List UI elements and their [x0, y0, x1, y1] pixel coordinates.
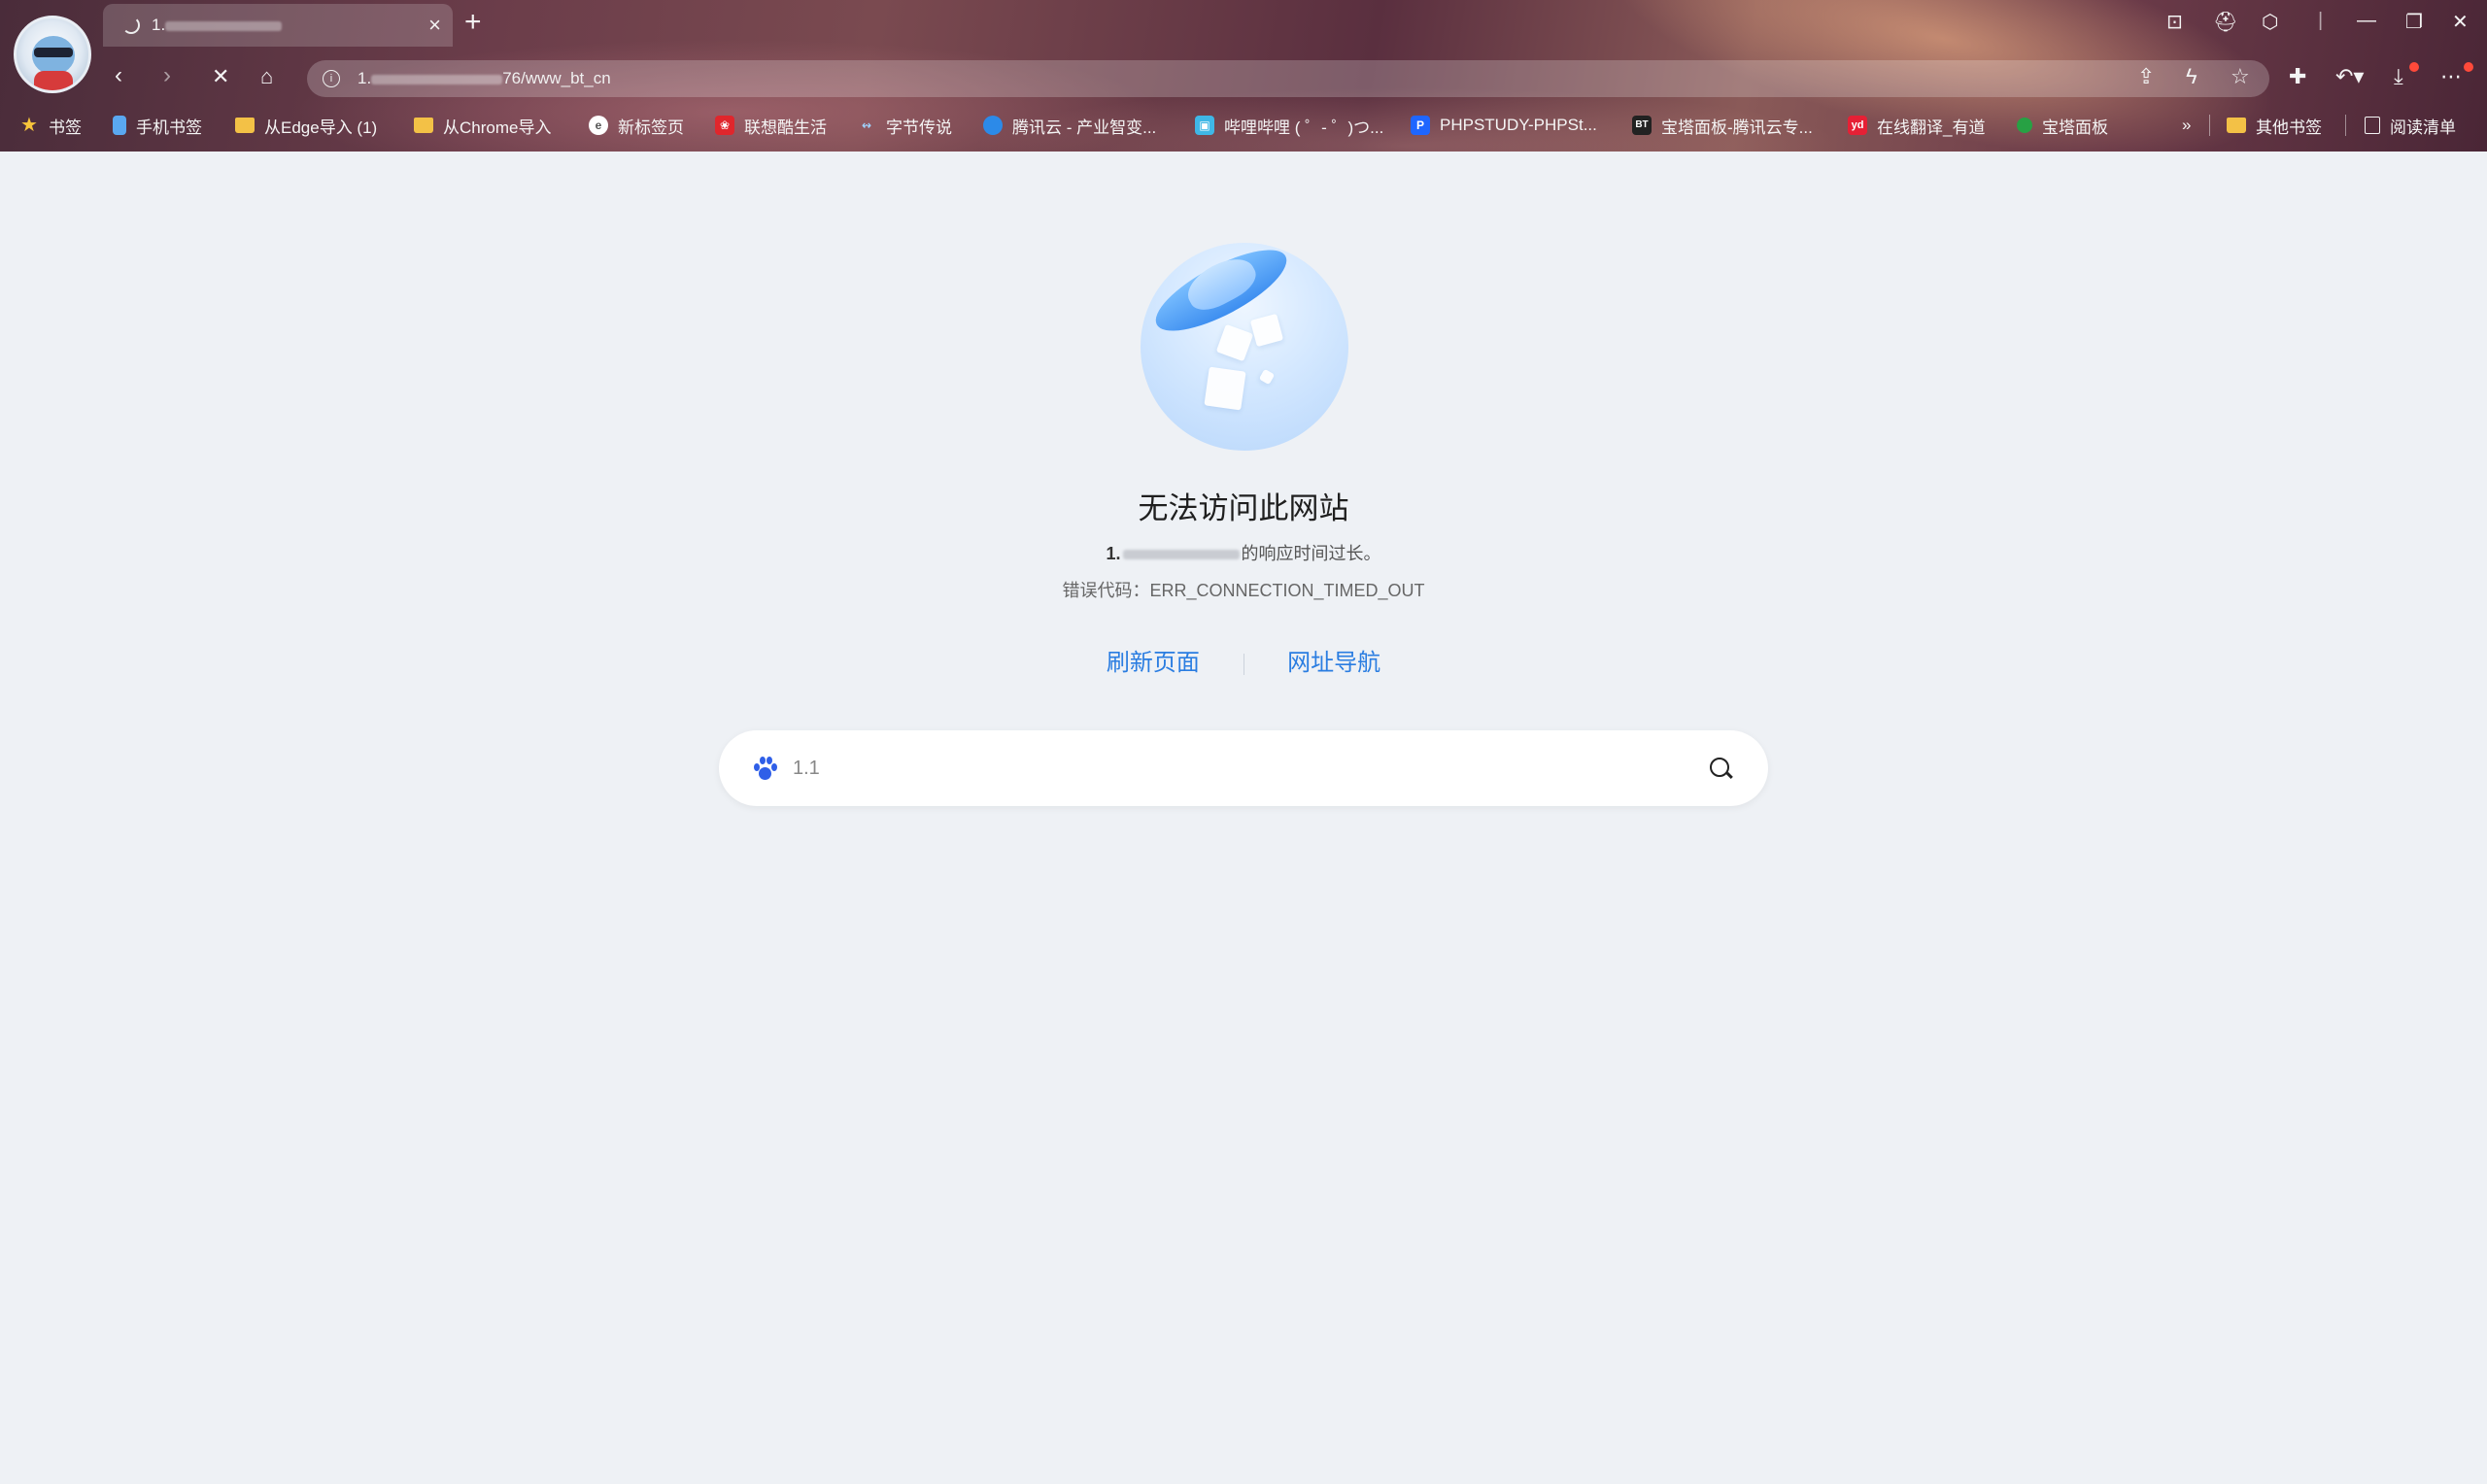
- stop-loading-icon[interactable]: ✕: [212, 64, 229, 89]
- youdao-icon: yd: [1848, 116, 1867, 135]
- loading-spinner-icon: [122, 17, 140, 34]
- restore-icon[interactable]: ❐: [2405, 10, 2423, 34]
- lenovo-icon: ❀: [715, 116, 734, 135]
- bookmark-item[interactable]: ★ 书签: [19, 109, 82, 142]
- browser-chrome: 1. × + ⊡ ⛑ ⬡ | — ❐ ✕ ‹ › ✕ ⌂ i 1. 76/www_…: [0, 0, 2487, 152]
- home-icon[interactable]: ⌂: [260, 64, 273, 89]
- bookmark-item[interactable]: ❀ 联想酷生活: [715, 109, 827, 142]
- extensions-puzzle-icon[interactable]: ⬡: [2262, 10, 2278, 34]
- tab-actions-icon[interactable]: ⊡: [2166, 10, 2183, 34]
- more-menu-icon[interactable]: ⋯: [2440, 64, 2462, 89]
- phpstudy-icon: P: [1411, 116, 1430, 135]
- divider: [2345, 115, 2346, 136]
- bt-green-icon: [2017, 118, 2032, 133]
- address-bar[interactable]: i 1. 76/www_bt_cn: [307, 60, 2269, 97]
- bookmark-item[interactable]: ▣ 哔哩哔哩 ( ゜- ゜)つ...: [1195, 109, 1383, 142]
- bookmark-item[interactable]: 手机书签: [113, 109, 202, 142]
- back-icon[interactable]: ‹: [115, 62, 122, 89]
- profile-avatar[interactable]: [14, 16, 91, 93]
- refresh-page-link[interactable]: 刷新页面: [1107, 650, 1200, 676]
- separator: |: [2318, 10, 2324, 31]
- reading-list-button[interactable]: 阅读清单: [2365, 109, 2456, 142]
- minimize-icon[interactable]: —: [2357, 10, 2376, 32]
- phone-icon: [113, 116, 126, 135]
- bookmarks-overflow-icon[interactable]: »: [2182, 109, 2191, 142]
- undo-menu-icon[interactable]: ↶▾: [2335, 64, 2364, 89]
- active-tab[interactable]: 1. ×: [103, 4, 453, 47]
- bookmark-item[interactable]: 腾讯云 - 产业智变...: [983, 109, 1156, 142]
- bookmarks-bar: ★ 书签 手机书签 从Edge导入 (1) 从Chrome导入 e 新标签页 ❀ 联想…: [0, 109, 2487, 142]
- search-box[interactable]: [719, 730, 1768, 806]
- window-close-icon[interactable]: ✕: [2452, 10, 2469, 34]
- bilibili-icon: ▣: [1195, 116, 1214, 135]
- bookmark-item[interactable]: P PHPSTUDY-PHPSt...: [1411, 109, 1597, 142]
- site-info-icon[interactable]: i: [323, 70, 340, 87]
- baidu-paw-icon: [752, 756, 777, 781]
- favorite-star-icon[interactable]: ☆: [2231, 64, 2250, 89]
- bookmark-item[interactable]: yd 在线翻译_有道: [1848, 109, 1985, 142]
- folder-icon: [414, 118, 433, 133]
- other-bookmarks-folder[interactable]: 其他书签: [2227, 109, 2322, 142]
- error-actions: 刷新页面 网址导航: [0, 643, 2487, 677]
- extensions-icon[interactable]: ✚: [2289, 64, 2306, 89]
- tab-close-icon[interactable]: ×: [428, 13, 441, 38]
- download-badge: [2409, 62, 2419, 72]
- bookmark-item[interactable]: ↭ 字节传说: [857, 109, 952, 142]
- download-icon[interactable]: ⤓: [2394, 64, 2403, 89]
- star-icon: ★: [20, 115, 38, 136]
- bookmark-item[interactable]: BT 宝塔面板-腾讯云专...: [1632, 109, 1813, 142]
- bytes-icon: ↭: [861, 118, 872, 132]
- search-input[interactable]: [791, 756, 1708, 781]
- error-title: 无法访问此网站: [1138, 491, 1349, 525]
- incognito-icon[interactable]: ⛑: [2213, 10, 2237, 34]
- search-icon[interactable]: [1708, 756, 1733, 781]
- error-illustration: [1141, 234, 1348, 451]
- lightning-icon[interactable]: ϟ: [2186, 64, 2197, 89]
- share-icon[interactable]: ⇪: [2137, 64, 2155, 89]
- bookmark-item[interactable]: 宝塔面板: [2017, 109, 2108, 142]
- error-description: 1. 的响应时间过长。: [1106, 544, 1381, 563]
- url-navigation-link[interactable]: 网址导航: [1287, 650, 1380, 676]
- newtab-icon: e: [589, 116, 608, 135]
- tab-title: 1.: [152, 16, 428, 35]
- divider: [2209, 115, 2210, 136]
- url-text[interactable]: 1. 76/www_bt_cn: [358, 69, 611, 88]
- bookmark-folder[interactable]: 从Chrome导入: [414, 109, 551, 142]
- folder-icon: [235, 118, 255, 133]
- tencent-cloud-icon: [983, 116, 1003, 135]
- error-code: 错误代码：ERR_CONNECTION_TIMED_OUT: [1062, 581, 1425, 600]
- forward-icon[interactable]: ›: [163, 62, 171, 89]
- bookmark-item[interactable]: e 新标签页: [589, 109, 684, 142]
- reading-list-icon: [2365, 117, 2380, 134]
- bt-icon: BT: [1632, 116, 1652, 135]
- folder-icon: [2227, 118, 2246, 133]
- menu-badge: [2464, 62, 2473, 72]
- new-tab-button[interactable]: +: [464, 6, 482, 39]
- bookmark-folder[interactable]: 从Edge导入 (1): [235, 109, 377, 142]
